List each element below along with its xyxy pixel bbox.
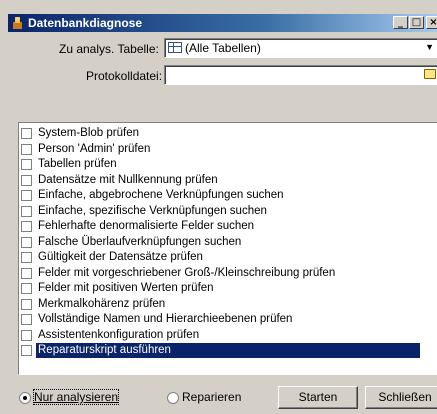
checkbox[interactable]	[21, 345, 32, 356]
table-select-value: (Alle Tabellen)	[185, 41, 261, 55]
checkbox[interactable]	[21, 236, 32, 248]
list-item[interactable]: Person 'Admin' prüfen	[21, 142, 421, 157]
list-item-label: Merkmalkohärenz prüfen	[38, 297, 166, 310]
chevron-down-icon[interactable]: ▼	[425, 42, 434, 52]
list-item[interactable]: Einfache, spezifische Verknüpfungen such…	[21, 204, 421, 219]
table-label: Zu analys. Tabelle:	[59, 42, 159, 56]
list-item-label: Gültigkeit der Datensätze prüfen	[38, 251, 203, 263]
list-item[interactable]: Einfache, abgebrochene Verknüpfungen suc…	[21, 188, 421, 203]
list-item[interactable]: Merkmalkohärenz prüfen	[21, 297, 421, 312]
list-item[interactable]: Datensätze mit Nullkennung prüfen	[21, 173, 421, 188]
table-select[interactable]: (Alle Tabellen) ▼	[164, 38, 437, 58]
list-item[interactable]: Tabellen prüfen	[21, 157, 421, 172]
checkbox[interactable]	[21, 267, 32, 279]
list-item[interactable]: Reparaturskript ausführen	[21, 343, 421, 358]
checkbox[interactable]	[21, 329, 32, 341]
checkbox[interactable]	[21, 205, 32, 217]
list-item-label: Fehlerhafte denormalisierte Felder suche…	[38, 220, 255, 232]
list-item-label: Einfache, abgebrochene Verknüpfungen suc…	[38, 189, 284, 201]
checkbox[interactable]	[21, 298, 32, 310]
checkbox[interactable]	[21, 190, 32, 201]
checkbox[interactable]	[21, 128, 32, 139]
database-diagnostics-window: Datenbankdiagnose _ □ × Zu analys. Tabel…	[0, 0, 437, 414]
list-item[interactable]: Vollständige Namen und Hierarchieebenen …	[21, 312, 421, 327]
list-item-label: Assistentenkonfiguration prüfen	[38, 328, 200, 341]
list-item[interactable]: Felder mit positiven Werten prüfen	[21, 281, 421, 296]
checkbox[interactable]	[21, 174, 32, 186]
list-item-label: System-Blob prüfen	[38, 127, 139, 139]
checkbox[interactable]	[21, 283, 32, 294]
minimize-button[interactable]: _	[393, 16, 408, 29]
checkbox[interactable]	[21, 252, 32, 263]
list-item-label: Person 'Admin' prüfen	[38, 142, 151, 155]
repair-radio[interactable]	[167, 392, 179, 404]
checkbox[interactable]	[21, 143, 32, 155]
list-item[interactable]: Assistentenkonfiguration prüfen	[21, 328, 421, 343]
list-item-label: Felder mit vorgeschriebener Groß-/Kleins…	[38, 266, 336, 279]
list-item[interactable]: Falsche Überlaufverknüpfungen suchen	[21, 235, 421, 250]
list-item-label: Datensätze mit Nullkennung prüfen	[38, 173, 218, 186]
list-item[interactable]: System-Blob prüfen	[21, 126, 421, 141]
checkbox[interactable]	[21, 314, 32, 325]
start-button[interactable]: Starten	[278, 386, 358, 409]
maximize-button[interactable]: □	[409, 16, 424, 29]
log-file-field[interactable]	[164, 65, 437, 85]
close-button[interactable]: ×	[426, 16, 437, 29]
title-bar[interactable]: Datenbankdiagnose _ □ ×	[8, 14, 437, 32]
folder-icon[interactable]	[424, 69, 436, 79]
list-item[interactable]: Felder mit vorgeschriebener Groß-/Kleins…	[21, 266, 421, 281]
list-item[interactable]: Fehlerhafte denormalisierte Felder suche…	[21, 219, 421, 234]
radio-selected-dot	[23, 396, 27, 400]
list-item-label: Vollständige Namen und Hierarchieebenen …	[38, 313, 293, 325]
list-item-label: Felder mit positiven Werten prüfen	[38, 282, 214, 294]
checkbox[interactable]	[21, 221, 32, 232]
table-icon	[168, 42, 182, 53]
checks-list[interactable]: System-Blob prüfen Person 'Admin' prüfen T…	[18, 122, 437, 375]
repair-label[interactable]: Reparieren	[182, 390, 241, 404]
analyze-only-label[interactable]: Nur analysieren	[32, 389, 120, 405]
app-icon	[13, 17, 22, 29]
list-item-label: Einfache, spezifische Verknüpfungen such…	[38, 204, 267, 217]
list-item-label: Tabellen prüfen	[38, 158, 117, 170]
list-item-label: Falsche Überlaufverknüpfungen suchen	[38, 235, 242, 248]
list-item-label: Reparaturskript ausführen	[36, 343, 420, 358]
window-title: Datenbankdiagnose	[28, 16, 143, 30]
checkbox[interactable]	[21, 159, 32, 170]
close-dialog-button[interactable]: Schließen	[365, 386, 437, 409]
analyze-only-radio[interactable]	[19, 392, 31, 404]
list-item[interactable]: Gültigkeit der Datensätze prüfen	[21, 250, 421, 265]
log-file-label: Protokolldatei:	[86, 69, 163, 83]
